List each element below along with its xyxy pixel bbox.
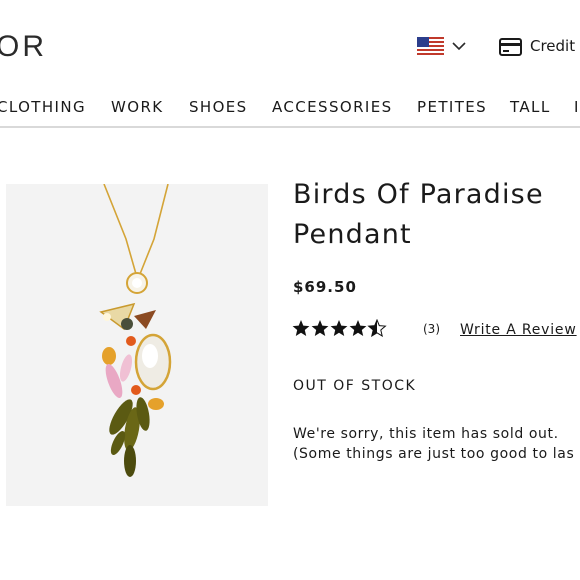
write-review-link[interactable]: Write A Review (460, 322, 577, 338)
credit-card-icon[interactable] (499, 38, 522, 56)
sold-out-message: We're sorry, this item has sold out. (So… (293, 424, 574, 464)
review-count: (3) (423, 322, 440, 336)
nav-item-shoes[interactable]: SHOES (189, 98, 248, 116)
us-flag-icon[interactable] (417, 37, 444, 55)
credit-link[interactable]: Credit (530, 37, 575, 55)
product-title-line-1: Birds Of Paradise (293, 179, 544, 210)
main-nav: CLOTHING WORK SHOES ACCESSORIES PETITES … (0, 96, 580, 128)
product-title: Birds Of Paradise Pendant (293, 175, 580, 255)
product-price: $69.50 (293, 278, 357, 296)
sold-out-message-line-1: We're sorry, this item has sold out. (293, 426, 559, 442)
brand-logo[interactable]: OR (0, 30, 47, 64)
nav-item-work[interactable]: WORK (111, 98, 164, 116)
chevron-down-icon[interactable] (452, 41, 466, 51)
nav-item-clothing[interactable]: CLOTHING (0, 98, 86, 116)
nav-item-petites[interactable]: PETITES (417, 98, 487, 116)
nav-item-tall[interactable]: TALL (510, 98, 551, 116)
nav-item-accessories[interactable]: ACCESSORIES (272, 98, 393, 116)
sold-out-message-line-2: (Some things are just too good to las (293, 446, 575, 462)
product-image[interactable] (6, 183, 268, 506)
star-rating (292, 319, 386, 337)
stock-status: OUT OF STOCK (293, 378, 417, 394)
product-title-line-2: Pendant (293, 219, 412, 250)
nav-item-more[interactable]: I (574, 98, 580, 116)
pendant-illustration (99, 183, 172, 477)
